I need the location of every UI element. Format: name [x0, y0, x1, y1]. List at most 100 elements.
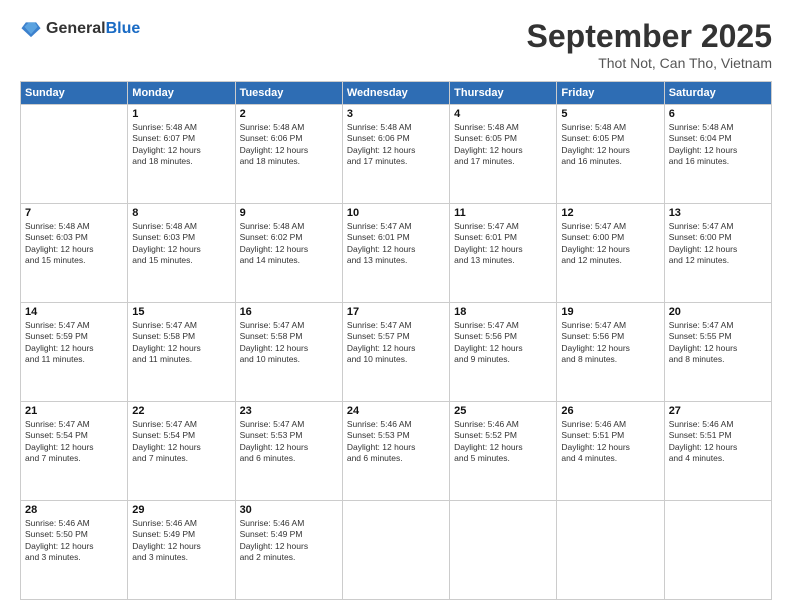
day-number: 13 — [669, 207, 767, 219]
calendar-cell: 21Sunrise: 5:47 AM Sunset: 5:54 PM Dayli… — [21, 402, 128, 501]
col-header-sunday: Sunday — [21, 82, 128, 105]
cell-info: Sunrise: 5:47 AM Sunset: 6:00 PM Dayligh… — [669, 221, 767, 267]
week-row-2: 7 Sunrise: 5:48 AM Sunset: 6:03 PM Daylig… — [21, 204, 772, 303]
day-number: 26 — [561, 405, 659, 417]
calendar-cell: 26Sunrise: 5:46 AM Sunset: 5:51 PM Dayli… — [557, 402, 664, 501]
col-header-wednesday: Wednesday — [342, 82, 449, 105]
col-header-monday: Monday — [128, 82, 235, 105]
day-number: 16 — [240, 306, 338, 318]
week-row-3: 14 Sunrise: 5:47 AM Sunset: 5:59 PM Dayli… — [21, 303, 772, 402]
calendar-cell — [664, 501, 771, 600]
day-number: 7 — [25, 207, 123, 219]
day-number: 19 — [561, 306, 659, 318]
calendar-cell: 14 Sunrise: 5:47 AM Sunset: 5:59 PM Dayli… — [21, 303, 128, 402]
logo-general: General — [46, 20, 106, 37]
calendar-cell: 18 Sunrise: 5:47 AM Sunset: 5:56 PM Dayli… — [450, 303, 557, 402]
calendar-cell: 5Sunrise: 5:48 AM Sunset: 6:05 PM Daylig… — [557, 105, 664, 204]
month-title: September 2025 — [527, 18, 772, 55]
title-block: September 2025 Thot Not, Can Tho, Vietna… — [527, 18, 772, 71]
cell-info: Sunrise: 5:48 AM Sunset: 6:05 PM Dayligh… — [454, 122, 552, 168]
calendar-cell — [342, 501, 449, 600]
cell-info: Sunrise: 5:48 AM Sunset: 6:06 PM Dayligh… — [240, 122, 338, 168]
page: GeneralBlue September 2025 Thot Not, Can… — [0, 0, 792, 612]
cell-info: Sunrise: 5:48 AM Sunset: 6:03 PM Dayligh… — [25, 221, 123, 267]
cell-info: Sunrise: 5:47 AM Sunset: 6:00 PM Dayligh… — [561, 221, 659, 267]
day-number: 25 — [454, 405, 552, 417]
calendar-cell: 7 Sunrise: 5:48 AM Sunset: 6:03 PM Daylig… — [21, 204, 128, 303]
calendar-cell: 29Sunrise: 5:46 AM Sunset: 5:49 PM Dayli… — [128, 501, 235, 600]
cell-info: Sunrise: 5:46 AM Sunset: 5:49 PM Dayligh… — [132, 518, 230, 564]
calendar-cell: 20Sunrise: 5:47 AM Sunset: 5:55 PM Dayli… — [664, 303, 771, 402]
day-number: 27 — [669, 405, 767, 417]
col-header-thursday: Thursday — [450, 82, 557, 105]
calendar-cell: 6Sunrise: 5:48 AM Sunset: 6:04 PM Daylig… — [664, 105, 771, 204]
calendar-cell: 9 Sunrise: 5:48 AM Sunset: 6:02 PM Daylig… — [235, 204, 342, 303]
calendar-cell: 15 Sunrise: 5:47 AM Sunset: 5:58 PM Dayli… — [128, 303, 235, 402]
calendar-cell — [21, 105, 128, 204]
day-number: 15 — [132, 306, 230, 318]
week-row-5: 28 Sunrise: 5:46 AM Sunset: 5:50 PM Dayli… — [21, 501, 772, 600]
calendar-cell: 2 Sunrise: 5:48 AM Sunset: 6:06 PM Daylig… — [235, 105, 342, 204]
day-number: 3 — [347, 108, 445, 120]
cell-info: Sunrise: 5:47 AM Sunset: 6:01 PM Dayligh… — [454, 221, 552, 267]
day-number: 28 — [25, 504, 123, 516]
cell-info: Sunrise: 5:47 AM Sunset: 5:54 PM Dayligh… — [132, 419, 230, 465]
day-number: 8 — [132, 207, 230, 219]
calendar-cell: 23Sunrise: 5:47 AM Sunset: 5:53 PM Dayli… — [235, 402, 342, 501]
logo-icon — [20, 18, 42, 40]
week-row-4: 21 Sunrise: 5:47 AM Sunset: 5:54 PM Dayli… — [21, 402, 772, 501]
day-number: 9 — [240, 207, 338, 219]
cell-info: Sunrise: 5:47 AM Sunset: 5:58 PM Dayligh… — [132, 320, 230, 366]
cell-info: Sunrise: 5:47 AM Sunset: 5:56 PM Dayligh… — [454, 320, 552, 366]
calendar-cell: 30 Sunrise: 5:46 AM Sunset: 5:49 PM Dayli… — [235, 501, 342, 600]
day-number: 17 — [347, 306, 445, 318]
cell-info: Sunrise: 5:46 AM Sunset: 5:51 PM Dayligh… — [669, 419, 767, 465]
header: GeneralBlue September 2025 Thot Not, Can… — [20, 18, 772, 71]
day-number: 2 — [240, 108, 338, 120]
calendar-cell: 17 Sunrise: 5:47 AM Sunset: 5:57 PM Dayli… — [342, 303, 449, 402]
day-number: 11 — [454, 207, 552, 219]
cell-info: Sunrise: 5:47 AM Sunset: 5:58 PM Dayligh… — [240, 320, 338, 366]
day-number: 6 — [669, 108, 767, 120]
cell-info: Sunrise: 5:48 AM Sunset: 6:07 PM Dayligh… — [132, 122, 230, 168]
day-number: 10 — [347, 207, 445, 219]
cell-info: Sunrise: 5:48 AM Sunset: 6:05 PM Dayligh… — [561, 122, 659, 168]
cell-info: Sunrise: 5:48 AM Sunset: 6:02 PM Dayligh… — [240, 221, 338, 267]
week-row-1: 1Sunrise: 5:48 AM Sunset: 6:07 PM Daylig… — [21, 105, 772, 204]
calendar-cell: 24 Sunrise: 5:46 AM Sunset: 5:53 PM Dayli… — [342, 402, 449, 501]
calendar-cell: 28 Sunrise: 5:46 AM Sunset: 5:50 PM Dayli… — [21, 501, 128, 600]
day-number: 12 — [561, 207, 659, 219]
calendar-cell: 8Sunrise: 5:48 AM Sunset: 6:03 PM Daylig… — [128, 204, 235, 303]
calendar-header-row: SundayMondayTuesdayWednesdayThursdayFrid… — [21, 82, 772, 105]
day-number: 23 — [240, 405, 338, 417]
calendar-cell: 1Sunrise: 5:48 AM Sunset: 6:07 PM Daylig… — [128, 105, 235, 204]
calendar-cell — [450, 501, 557, 600]
location: Thot Not, Can Tho, Vietnam — [527, 55, 772, 71]
logo: GeneralBlue — [20, 18, 140, 40]
cell-info: Sunrise: 5:47 AM Sunset: 5:55 PM Dayligh… — [669, 320, 767, 366]
day-number: 14 — [25, 306, 123, 318]
col-header-tuesday: Tuesday — [235, 82, 342, 105]
col-header-saturday: Saturday — [664, 82, 771, 105]
day-number: 21 — [25, 405, 123, 417]
calendar-cell: 22 Sunrise: 5:47 AM Sunset: 5:54 PM Dayli… — [128, 402, 235, 501]
calendar-cell: 19 Sunrise: 5:47 AM Sunset: 5:56 PM Dayli… — [557, 303, 664, 402]
cell-info: Sunrise: 5:46 AM Sunset: 5:53 PM Dayligh… — [347, 419, 445, 465]
calendar-cell: 11 Sunrise: 5:47 AM Sunset: 6:01 PM Dayli… — [450, 204, 557, 303]
calendar-cell: 16 Sunrise: 5:47 AM Sunset: 5:58 PM Dayli… — [235, 303, 342, 402]
day-number: 30 — [240, 504, 338, 516]
cell-info: Sunrise: 5:46 AM Sunset: 5:49 PM Dayligh… — [240, 518, 338, 564]
calendar-cell — [557, 501, 664, 600]
cell-info: Sunrise: 5:46 AM Sunset: 5:50 PM Dayligh… — [25, 518, 123, 564]
day-number: 18 — [454, 306, 552, 318]
calendar-cell: 27 Sunrise: 5:46 AM Sunset: 5:51 PM Dayli… — [664, 402, 771, 501]
cell-info: Sunrise: 5:48 AM Sunset: 6:06 PM Dayligh… — [347, 122, 445, 168]
calendar-cell: 3 Sunrise: 5:48 AM Sunset: 6:06 PM Daylig… — [342, 105, 449, 204]
cell-info: Sunrise: 5:47 AM Sunset: 5:59 PM Dayligh… — [25, 320, 123, 366]
day-number: 22 — [132, 405, 230, 417]
col-header-friday: Friday — [557, 82, 664, 105]
day-number: 4 — [454, 108, 552, 120]
cell-info: Sunrise: 5:47 AM Sunset: 5:57 PM Dayligh… — [347, 320, 445, 366]
cell-info: Sunrise: 5:47 AM Sunset: 5:56 PM Dayligh… — [561, 320, 659, 366]
day-number: 24 — [347, 405, 445, 417]
